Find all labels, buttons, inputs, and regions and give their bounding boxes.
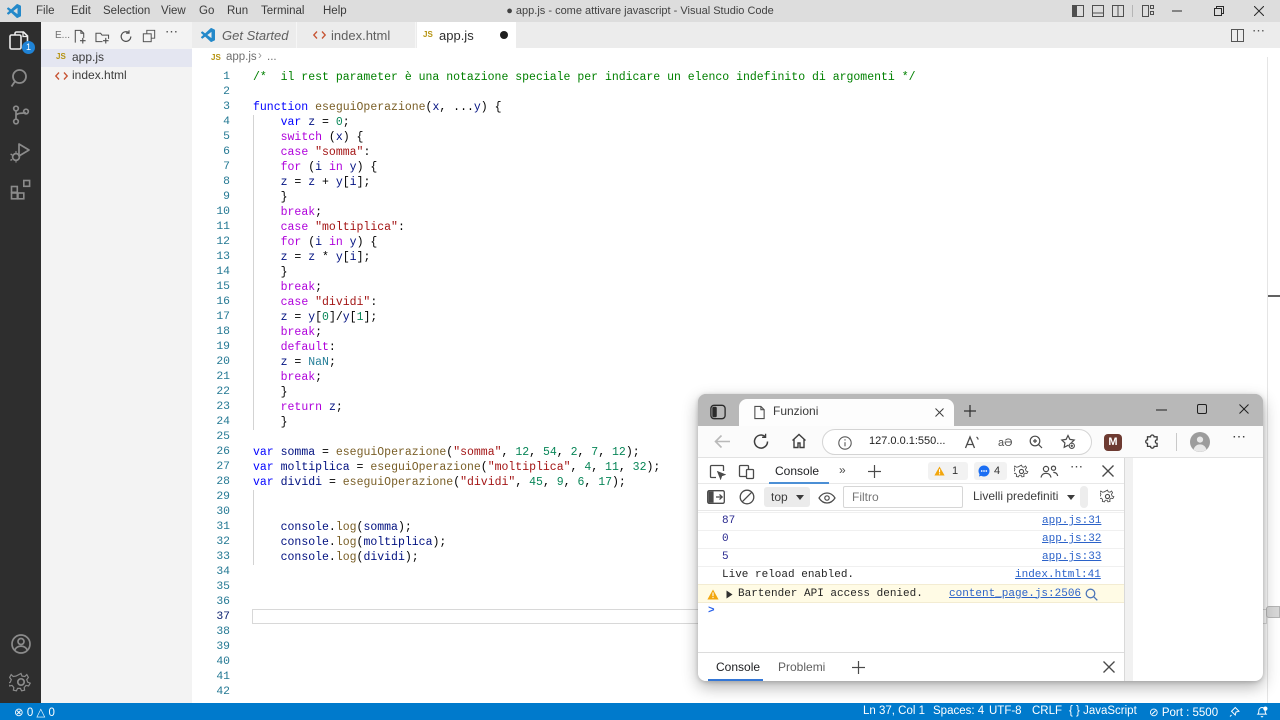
svg-text:aӘ: aӘ xyxy=(998,437,1012,449)
